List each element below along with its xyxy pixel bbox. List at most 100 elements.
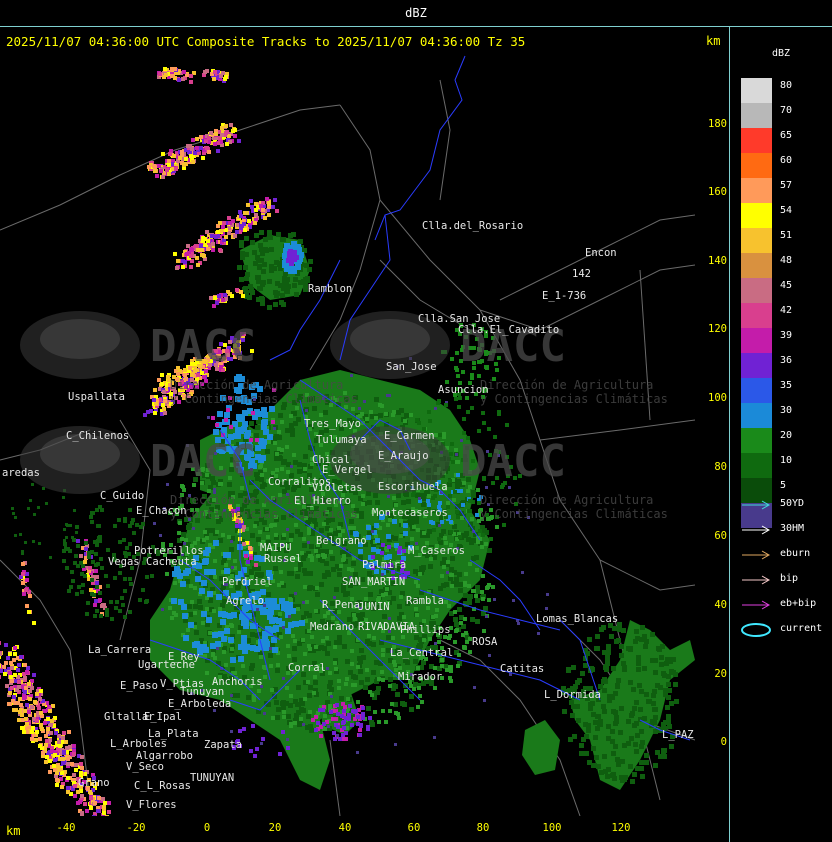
place-label: Cacheuta — [146, 556, 197, 568]
place-label: Tulumaya — [316, 434, 367, 446]
x-tick-label: -20 — [126, 822, 146, 834]
place-label: San_Jose — [386, 361, 437, 373]
place-label: E_Araujo — [378, 450, 429, 462]
legend-label: 10 — [780, 455, 793, 466]
legend-label: 48 — [780, 255, 793, 266]
place-label: E_1-736 — [542, 290, 586, 302]
x-tick-label: 40 — [338, 822, 352, 834]
legend-label: 20 — [780, 430, 793, 441]
legend-label: 80 — [780, 80, 793, 91]
legend-swatch — [741, 278, 772, 303]
svg-text:y Contingencias Climáticas: y Contingencias Climáticas — [480, 392, 668, 406]
place-label: Agrelo — [226, 595, 264, 607]
place-label: aredas — [2, 467, 40, 479]
place-label: Lomas_Blancas — [536, 613, 618, 625]
legend-swatch — [741, 128, 772, 153]
place-label: Rambla — [406, 595, 444, 607]
y-tick-label: 160 — [708, 186, 727, 198]
place-label: Encon — [585, 247, 617, 259]
track-label: current — [780, 623, 823, 634]
place-label: Tunuyan — [180, 686, 224, 698]
place-label: JUNIN — [358, 601, 390, 613]
place-label: 142 — [572, 268, 591, 280]
place-label: Escorihuela — [378, 481, 448, 493]
legend-label: 39 — [780, 330, 793, 341]
radar-map[interactable]: DACC Dirección de Agricultura y Contingenc… — [0, 54, 695, 816]
place-label: V_Flores — [126, 799, 177, 811]
km-unit-bottom: km — [6, 824, 21, 838]
track-arrow-icon — [740, 497, 780, 511]
watermark-name: DACC — [150, 321, 256, 372]
place-label: Montecaseros — [372, 507, 448, 519]
legend-swatch — [741, 103, 772, 128]
km-unit-top: km — [706, 34, 721, 48]
legend-swatch — [741, 228, 772, 253]
legend-label: 60 — [780, 155, 793, 166]
x-tick-label: 60 — [407, 822, 421, 834]
svg-text:Dirección de Agricultura: Dirección de Agricultura — [170, 378, 343, 392]
legend-panel: dBZ 80 70 65 60 57 54 51 48 45 42 39 36 35 30 20 10 5 50… — [730, 26, 832, 842]
legend-swatch — [741, 453, 772, 478]
x-tick-label: -40 — [56, 822, 76, 834]
x-tick-label: 100 — [542, 822, 562, 834]
svg-text:y Contingencias Climáticas: y Contingencias Climáticas — [170, 507, 358, 521]
place-label: Uspallata — [68, 391, 125, 403]
y-tick-label: 40 — [714, 599, 727, 611]
legend-label: 36 — [780, 355, 793, 366]
legend-label: 5 — [780, 480, 787, 491]
track-label: eburn — [780, 548, 811, 559]
place-label: El_Hierro — [294, 495, 351, 507]
y-tick-label: 20 — [714, 668, 727, 680]
legend-label: 54 — [780, 205, 793, 216]
map-canvas[interactable]: DACCDirección de Agriculturay Contingenc… — [0, 54, 695, 816]
place-label: E_Chacon — [136, 505, 187, 517]
place-label: V_Seco — [126, 761, 164, 773]
legend-swatch — [741, 153, 772, 178]
place-label: E_Vergel — [322, 464, 373, 476]
place-label: Perdriel — [222, 576, 273, 588]
place-label: Zapata — [204, 739, 242, 751]
place-label: Tres_Mayo — [304, 418, 361, 430]
svg-text:y Contingencias Climáticas: y Contingencias Climáticas — [480, 507, 668, 521]
legend-swatch — [741, 203, 772, 228]
legend-swatch — [741, 178, 772, 203]
legend-label: 45 — [780, 280, 793, 291]
legend-swatch — [741, 328, 772, 353]
composite-subtitle: 2025/11/07 04:36:00 UTC Composite Tracks… — [6, 34, 526, 49]
place-label: E_Ipal — [144, 711, 182, 723]
legend-label: 42 — [780, 305, 793, 316]
track-label: bip — [780, 573, 799, 584]
place-label: Phillips — [400, 624, 451, 636]
place-label: Corralitos — [268, 476, 331, 488]
place-label: La_Carrera — [88, 644, 151, 656]
place-label: SAN_MARTIN — [342, 576, 405, 588]
current-ellipse-icon — [740, 622, 780, 637]
track-arrow-icon — [740, 522, 780, 536]
window-title: dBZ — [405, 6, 427, 20]
legend-label: 30 — [780, 405, 793, 416]
place-label: Medrano — [310, 621, 354, 633]
legend-title: dBZ — [771, 48, 791, 59]
place-label: Palmira — [362, 559, 406, 571]
y-tick-label: 180 — [708, 118, 727, 130]
legend-swatch — [741, 428, 772, 453]
place-label: ROSA — [472, 636, 498, 648]
y-tick-label: 80 — [714, 461, 727, 473]
svg-text:Dirección de Agricultura: Dirección de Agricultura — [480, 493, 653, 507]
place-label: TUNUYAN — [190, 772, 234, 784]
place-label: Asuncion — [438, 384, 489, 396]
place-label: C_L_Rosas — [134, 780, 191, 792]
radar-display: dBZ 2025/11/07 04:36:00 UTC Composite Tr… — [0, 0, 832, 842]
x-tick-label: 120 — [611, 822, 631, 834]
svg-text:y Contingencias Climáticas: y Contingencias Climáticas — [170, 392, 358, 406]
place-label: Belgrano — [316, 535, 367, 547]
legend-label: 57 — [780, 180, 793, 191]
place-label: Ugarteche — [138, 659, 195, 671]
x-tick-label: 80 — [476, 822, 490, 834]
y-tick-label: 120 — [708, 323, 727, 335]
legend-label: 35 — [780, 380, 793, 391]
legend-swatch — [741, 403, 772, 428]
x-tick-label: 0 — [203, 822, 211, 834]
svg-text:Dirección de Agricultura: Dirección de Agricultura — [480, 378, 653, 392]
legend-label: 65 — [780, 130, 793, 141]
